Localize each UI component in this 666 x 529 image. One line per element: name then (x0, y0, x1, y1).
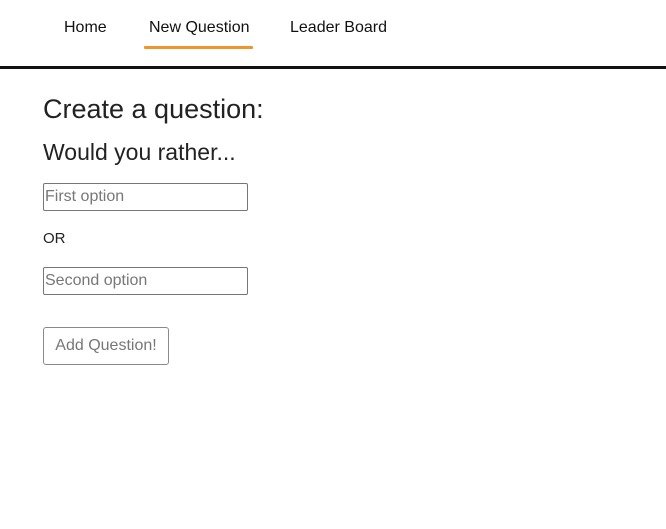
page-title: Create a question: (43, 94, 264, 124)
add-question-button[interactable]: Add Question! (43, 327, 169, 365)
new-question-form: Create a question: Would you rather... O… (43, 93, 443, 365)
nav-item-leader-board[interactable]: Leader Board (290, 19, 387, 37)
top-nav: Home New Question Leader Board (0, 0, 666, 69)
nav-item-new-question[interactable]: New Question (149, 19, 250, 37)
or-separator-label: OR (43, 230, 66, 247)
question-prompt: Would you rather... (43, 139, 236, 165)
active-nav-indicator (144, 46, 253, 49)
second-option-input[interactable] (43, 267, 248, 295)
nav-item-home[interactable]: Home (64, 19, 107, 37)
first-option-input[interactable] (43, 183, 248, 211)
